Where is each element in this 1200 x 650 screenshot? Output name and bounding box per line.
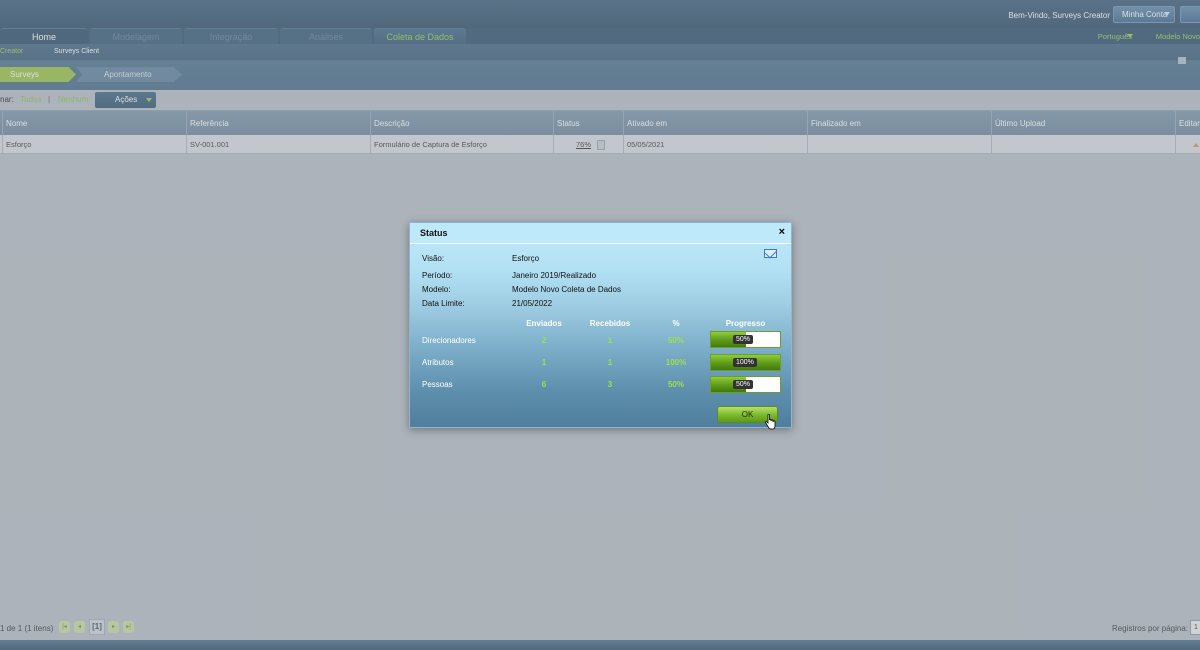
progress-bar: 100% [710, 354, 781, 371]
dialog-title-bar: Status × [410, 223, 791, 244]
info-value-modelo: Modelo Novo Coleta de Dados [512, 285, 621, 294]
info-label-visao: Visão: [422, 254, 445, 263]
progress-label: 50% [733, 380, 754, 389]
info-value-data-limite: 21/05/2022 [512, 299, 553, 308]
info-value-periodo: Janeiro 2019/Realizado [512, 271, 597, 280]
col-header-enviados: Enviados [526, 319, 562, 328]
col-header-progresso: Progresso [725, 319, 766, 328]
col-header-recebidos: Recebidos [589, 319, 631, 328]
progress-label: 50% [733, 335, 754, 344]
cell-pct: 50% [667, 336, 684, 345]
progress-bar: 50% [710, 331, 781, 348]
close-icon[interactable]: × [779, 227, 785, 238]
col-header-pct: % [672, 319, 680, 328]
info-value-visao: Esforço [512, 254, 540, 263]
progress-label: 100% [733, 358, 757, 367]
progress-bar: 50% [710, 376, 781, 393]
cell-received: 1 [607, 336, 613, 345]
dialog-title: Status [420, 228, 448, 238]
hand-cursor-icon [765, 414, 776, 430]
cell-sent: 6 [541, 380, 547, 389]
mail-icon[interactable] [764, 249, 777, 258]
cell-received: 1 [607, 358, 613, 367]
row-label-pessoas: Pessoas [422, 380, 453, 389]
cell-sent: 1 [541, 358, 547, 367]
cell-pct: 100% [665, 358, 687, 367]
info-label-data-limite: Data Limite: [422, 299, 465, 308]
cell-pct: 50% [667, 380, 684, 389]
status-dialog: Status × Visão: Esforço Período: Janeiro… [409, 222, 792, 428]
row-label-atributos: Atributos [422, 358, 454, 367]
row-label-direcionadores: Direcionadores [422, 336, 476, 345]
info-label-periodo: Período: [422, 271, 453, 280]
cell-sent: 2 [541, 336, 547, 345]
cell-received: 3 [607, 380, 613, 389]
info-label-modelo: Modelo: [422, 285, 451, 294]
